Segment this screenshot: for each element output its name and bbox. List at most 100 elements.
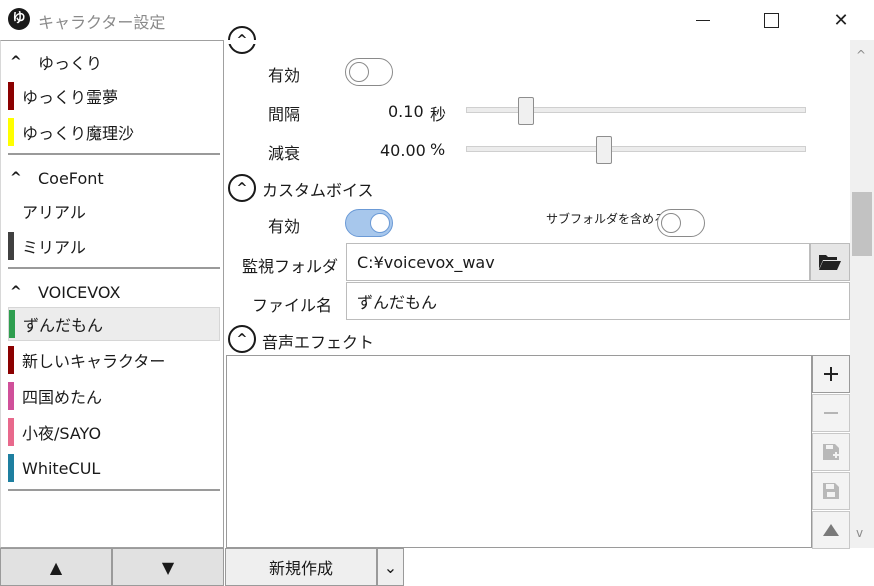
scroll-down-icon[interactable]: v [856, 526, 863, 540]
move-up-button[interactable]: ▲ [0, 548, 112, 586]
list-item-label: WhiteCUL [22, 458, 101, 478]
sound-effect-list[interactable] [226, 355, 812, 548]
list-item-selected[interactable]: ずんだもん [8, 307, 220, 341]
chevron-up-icon: ^ [236, 180, 248, 196]
group-divider [8, 153, 220, 155]
echo-interval-slider-thumb[interactable] [517, 97, 534, 125]
color-bar [8, 232, 14, 260]
add-effect-button[interactable] [812, 355, 850, 393]
watch-folder-input[interactable] [346, 243, 810, 281]
list-item-label: 小夜/SAYO [22, 424, 102, 443]
toggle-knob [661, 213, 681, 233]
color-bar [8, 418, 14, 446]
toggle-knob [370, 213, 390, 233]
echo-interval-label: 間隔 [268, 105, 301, 124]
browse-folder-button[interactable] [810, 243, 850, 281]
file-name-input[interactable] [346, 282, 850, 320]
subfolder-toggle[interactable] [657, 209, 705, 237]
maximize-button[interactable] [748, 0, 794, 40]
sound-effect-expander[interactable]: ^ [228, 325, 256, 353]
group-header-coefont[interactable]: ^ CoeFont [10, 164, 220, 192]
echo-enabled-toggle[interactable] [345, 58, 393, 86]
close-icon: ✕ [833, 9, 849, 31]
echo-decay-label: 減衰 [268, 144, 301, 163]
list-item-label: アリアル [22, 203, 86, 222]
title-bar: ゆ キャラクター設定 ✕ [0, 0, 874, 40]
chevron-up-icon: ^ [236, 331, 248, 347]
group-header-yukkuri[interactable]: ^ ゆっくり [10, 48, 220, 76]
vertical-scrollbar[interactable]: ^ v [850, 40, 874, 548]
remove-effect-button[interactable] [812, 394, 850, 432]
minus-icon [824, 412, 838, 414]
maximize-icon [763, 12, 779, 28]
group-label: CoeFont [38, 168, 104, 188]
watch-folder-label: 監視フォルダ [242, 257, 339, 276]
scrollbar-thumb[interactable] [852, 192, 872, 256]
triangle-down-icon: ▼ [161, 557, 175, 577]
color-bar [8, 82, 14, 110]
echo-decay-slider-thumb[interactable] [595, 136, 612, 164]
window-title: キャラクター設定 [38, 13, 166, 32]
triangle-up-icon: ▲ [49, 557, 63, 577]
file-name-label: ファイル名 [252, 296, 333, 315]
list-item-label: 四国めたん [22, 388, 103, 407]
close-button[interactable]: ✕ [818, 0, 864, 40]
folder-open-icon [819, 255, 841, 270]
list-item-label: ゆっくり霊夢 [22, 88, 119, 107]
list-item[interactable]: 四国めたん [8, 380, 220, 412]
toggle-knob [349, 62, 369, 82]
chevron-up-icon: ^ [10, 170, 22, 186]
list-item-label: ミリアル [22, 238, 86, 257]
scroll-up-icon[interactable]: ^ [856, 48, 866, 62]
app-icon: ゆ [8, 8, 30, 30]
plus-icon [824, 367, 838, 381]
custom-voice-enabled-label: 有効 [268, 217, 301, 236]
subfolder-label: サブフォルダを含める [546, 212, 667, 226]
chevron-up-icon: ^ [10, 54, 22, 70]
group-divider [8, 267, 220, 269]
minimize-button[interactable] [680, 0, 726, 40]
chevron-down-icon: ⌄ [383, 557, 398, 577]
echo-enabled-label: 有効 [268, 66, 301, 85]
echo-interval-unit: 秒 [430, 105, 447, 124]
new-button-label: 新規作成 [268, 559, 333, 578]
list-item-label: ずんだもん [23, 316, 104, 335]
list-item[interactable]: 新しいキャラクター [8, 344, 220, 376]
save-preset-button[interactable] [812, 472, 850, 510]
group-divider [8, 489, 220, 491]
list-item-label: 新しいキャラクター [22, 352, 166, 371]
list-item[interactable]: ミリアル [8, 230, 220, 262]
list-item[interactable]: WhiteCUL [8, 452, 220, 484]
scroll-clip [224, 40, 850, 44]
new-character-button[interactable]: 新規作成 [225, 548, 377, 586]
list-item[interactable]: ゆっくり霊夢 [8, 80, 220, 112]
group-header-voicevox[interactable]: ^ VOICEVOX [10, 278, 220, 306]
save-icon [823, 483, 839, 499]
custom-voice-enabled-toggle[interactable] [345, 209, 393, 237]
color-bar [8, 346, 14, 374]
move-down-button[interactable]: ▼ [112, 548, 224, 586]
minimize-icon [696, 19, 710, 21]
list-item-label: ゆっくり魔理沙 [22, 124, 135, 143]
list-item[interactable]: 小夜/SAYO [8, 416, 220, 448]
sound-effect-header: 音声エフェクト [262, 333, 375, 352]
color-bar [8, 454, 14, 482]
color-bar [8, 197, 14, 225]
triangle-up-icon [823, 524, 839, 536]
color-bar [8, 118, 14, 146]
chevron-up-icon: ^ [10, 284, 22, 300]
list-item[interactable]: アリアル [8, 195, 220, 227]
move-effect-up-button[interactable] [812, 511, 850, 549]
echo-decay-unit: % [430, 140, 446, 159]
save-add-icon [823, 444, 839, 460]
color-bar [9, 310, 15, 338]
new-dropdown-button[interactable]: ⌄ [377, 548, 404, 586]
save-preset-add-button[interactable] [812, 433, 850, 471]
echo-decay-slider[interactable] [466, 146, 806, 152]
echo-decay-value: 40.00 [380, 141, 426, 160]
custom-voice-expander[interactable]: ^ [228, 174, 256, 202]
custom-voice-header: カスタムボイス [262, 181, 374, 200]
list-item[interactable]: ゆっくり魔理沙 [8, 116, 220, 148]
group-label: ゆっくり [38, 54, 103, 73]
group-label: VOICEVOX [38, 282, 121, 302]
